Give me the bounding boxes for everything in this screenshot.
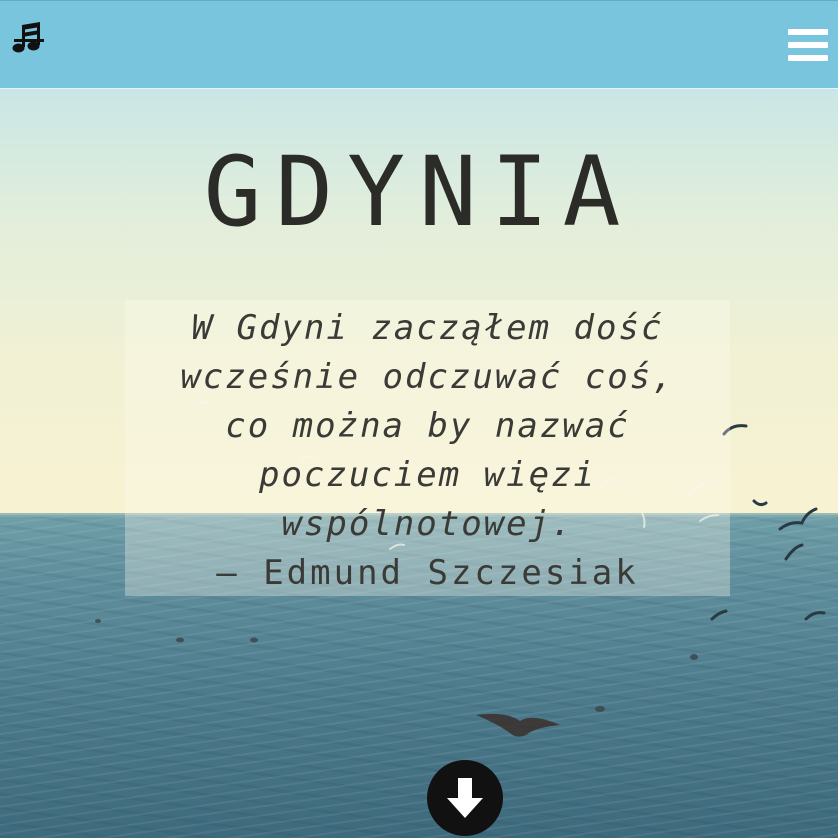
hamburger-menu-icon[interactable] (788, 29, 828, 65)
scroll-down-button[interactable] (427, 760, 503, 836)
quote-text: W Gdyni zacząłem dość wcześnie odczuwać c… (125, 304, 730, 549)
page: GDYNIA W Gdyni zacząłem dość wcześnie odc… (0, 0, 838, 838)
quote-author: — Edmund Szczesiak (216, 553, 639, 593)
quote-box: W Gdyni zacząłem dość wcześnie odczuwać c… (125, 300, 730, 596)
menu-bar-line (788, 55, 828, 61)
quote-line: W Gdyni zacząłem dość (191, 308, 664, 348)
top-navigation-bar (0, 0, 838, 89)
quote-line: poczuciem więzi (258, 455, 597, 495)
menu-bar-line (788, 42, 828, 48)
menu-bar-line (788, 29, 828, 35)
quote-line: co można by nazwać (225, 406, 630, 446)
page-title: GDYNIA (203, 136, 635, 248)
music-notes-icon[interactable] (10, 19, 46, 59)
quote-line: wcześnie odczuwać coś, (180, 357, 675, 397)
quote-line: wspólnotowej. (281, 504, 574, 544)
arrow-down-circle-icon (447, 778, 483, 818)
